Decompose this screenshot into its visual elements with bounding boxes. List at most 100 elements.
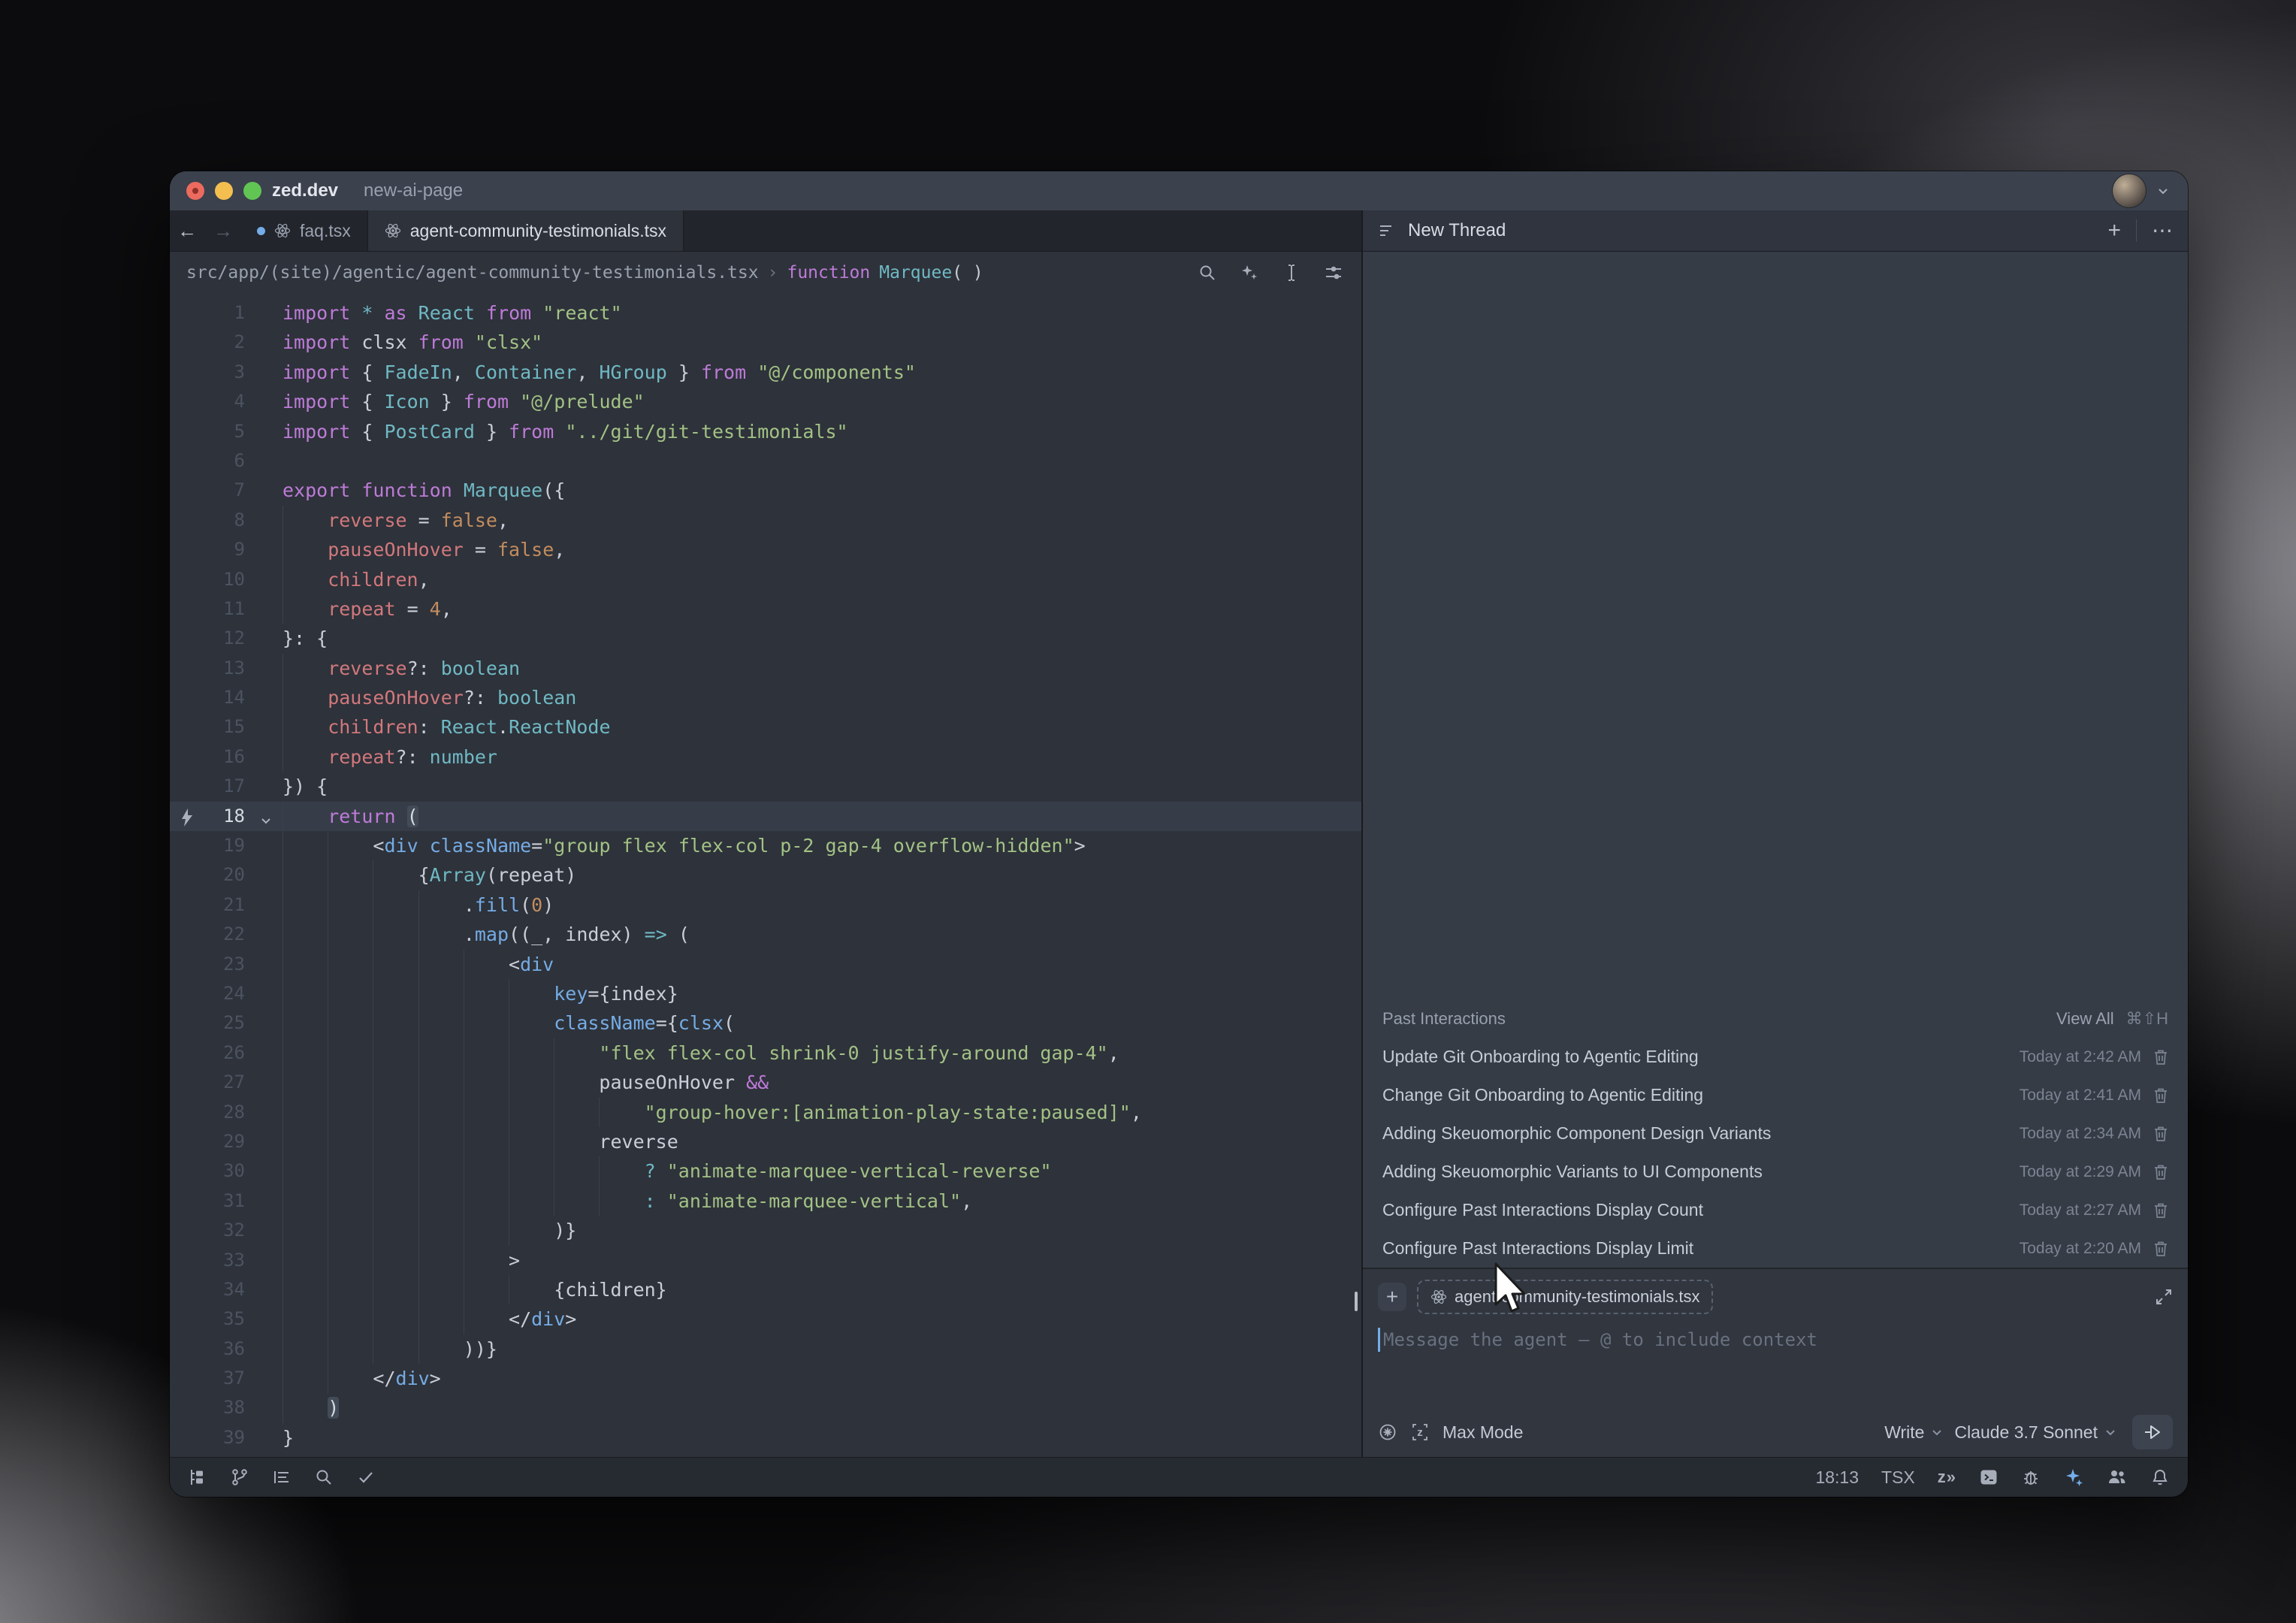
code-line[interactable]: 39} <box>170 1423 1361 1452</box>
assistant-sparkle-icon[interactable] <box>2063 1467 2084 1488</box>
code-line[interactable]: 38) <box>170 1393 1361 1422</box>
zed-max-mode-icon[interactable]: z <box>1409 1422 1430 1443</box>
collab-people-icon[interactable] <box>2107 1467 2128 1488</box>
new-thread-button[interactable]: + <box>2107 219 2121 242</box>
code-line[interactable]: 25className={clsx( <box>170 1008 1361 1038</box>
minimize-window-button[interactable] <box>215 182 233 200</box>
ai-sparkles-icon[interactable] <box>1240 263 1259 283</box>
trash-icon[interactable] <box>2153 1164 2168 1180</box>
code-line[interactable]: 1import * as React from "react" <box>170 298 1361 328</box>
code-line[interactable]: 31: "animate-marquee-vertical", <box>170 1186 1361 1216</box>
nav-forward-button[interactable]: → <box>213 219 233 243</box>
code-line[interactable]: 13reverse?: boolean <box>170 654 1361 683</box>
nav-back-button[interactable]: ← <box>177 219 197 243</box>
trash-icon[interactable] <box>2153 1087 2168 1104</box>
thread-menu-icon[interactable] <box>1378 222 1396 240</box>
outline-icon[interactable] <box>272 1467 292 1487</box>
search-icon[interactable] <box>314 1467 334 1487</box>
max-mode-label[interactable]: Max Mode <box>1443 1422 1523 1443</box>
code-line[interactable]: 27pauseOnHover && <box>170 1068 1361 1097</box>
user-avatar[interactable] <box>2113 174 2146 207</box>
breadcrumb[interactable]: src/app/(site)/agentic/agent-community-t… <box>170 252 1361 294</box>
code-line[interactable]: 34{children} <box>170 1275 1361 1304</box>
code-line[interactable]: 37</div> <box>170 1364 1361 1393</box>
code-line[interactable]: 36))} <box>170 1334 1361 1364</box>
past-interaction-item[interactable]: Update Git Onboarding to Agentic Editing… <box>1363 1038 2188 1076</box>
model-dropdown[interactable]: Claude 3.7 Sonnet <box>1954 1422 2117 1443</box>
add-context-button[interactable]: + <box>1378 1283 1406 1311</box>
code-line[interactable]: 17}) { <box>170 772 1361 801</box>
tab-faq[interactable]: faq.tsx <box>240 210 368 251</box>
code-line[interactable]: 6 <box>170 446 1361 476</box>
past-interaction-item[interactable]: Configure Past Interactions Display Coun… <box>1363 1191 2188 1229</box>
burn-mode-icon[interactable] <box>1378 1422 1397 1442</box>
expand-composer-icon[interactable] <box>2155 1288 2173 1306</box>
close-window-button[interactable] <box>186 182 204 200</box>
code-line[interactable]: 32)} <box>170 1216 1361 1245</box>
code-line[interactable]: 15children: React.ReactNode <box>170 712 1361 742</box>
code-line[interactable]: 9pauseOnHover = false, <box>170 535 1361 564</box>
code-line[interactable]: 5import { PostCard } from "../git/git-te… <box>170 417 1361 446</box>
code-line[interactable]: 29reverse <box>170 1127 1361 1156</box>
past-interaction-item[interactable]: Adding Skeuomorphic Component Design Var… <box>1363 1114 2188 1153</box>
code-editor[interactable]: 1import * as React from "react"2import c… <box>170 294 1361 1457</box>
code-line[interactable]: 33> <box>170 1246 1361 1275</box>
titlebar[interactable]: zed.dev new-ai-page <box>170 171 2188 210</box>
zoom-window-button[interactable] <box>243 182 261 200</box>
code-line[interactable]: 8reverse = false, <box>170 506 1361 535</box>
trash-icon[interactable] <box>2153 1126 2168 1142</box>
code-line[interactable]: 3import { FadeIn, Container, HGroup } fr… <box>170 358 1361 387</box>
code-line[interactable]: 22.map((_, index) => ( <box>170 920 1361 949</box>
context-chip[interactable]: agent-community-testimonials.tsx <box>1417 1280 1713 1314</box>
code-line[interactable]: 16repeat?: number <box>170 742 1361 772</box>
diagnostics-check-icon[interactable] <box>356 1467 376 1487</box>
chevron-down-icon[interactable] <box>2155 183 2171 199</box>
send-button[interactable] <box>2132 1415 2173 1449</box>
project-panel-icon[interactable] <box>188 1467 207 1487</box>
filter-sliders-icon[interactable] <box>1324 263 1343 283</box>
code-line[interactable]: 30? "animate-marquee-vertical-reverse" <box>170 1156 1361 1186</box>
past-interaction-item[interactable]: Adding Skeuomorphic Variants to UI Compo… <box>1363 1153 2188 1191</box>
past-interaction-item[interactable]: Change Git Onboarding to Agentic Editing… <box>1363 1076 2188 1114</box>
code-line[interactable]: 26"flex flex-col shrink-0 justify-around… <box>170 1038 1361 1068</box>
code-line[interactable]: 18return ( <box>170 802 1361 831</box>
message-composer[interactable]: + agent-community-testimonials.tsx Messa… <box>1363 1268 2188 1457</box>
trash-icon[interactable] <box>2153 1202 2168 1219</box>
edit-prediction-icon[interactable]: z» <box>1938 1467 1956 1487</box>
code-line[interactable]: 2import clsx from "clsx" <box>170 328 1361 357</box>
view-all-button[interactable]: View All <box>2056 1009 2114 1029</box>
search-icon[interactable] <box>1198 263 1217 283</box>
debug-bug-icon[interactable] <box>2021 1467 2041 1487</box>
git-branch-icon[interactable] <box>230 1467 249 1487</box>
code-line[interactable]: 14pauseOnHover?: boolean <box>170 683 1361 712</box>
code-line[interactable]: 19<div className="group flex flex-col p-… <box>170 831 1361 860</box>
code-line[interactable]: 24key={index} <box>170 979 1361 1008</box>
past-interaction-item[interactable]: Configure Past Interactions Display Limi… <box>1363 1229 2188 1268</box>
trash-icon[interactable] <box>2153 1241 2168 1257</box>
code-line[interactable]: 28"group-hover:[animation-play-state:pau… <box>170 1098 1361 1127</box>
breadcrumb-path[interactable]: src/app/(site)/agentic/agent-community-t… <box>186 263 759 283</box>
breadcrumb-symbol-name[interactable]: Marquee <box>879 263 952 283</box>
project-name[interactable]: new-ai-page <box>364 180 463 201</box>
code-line[interactable]: 10children, <box>170 565 1361 594</box>
code-line[interactable]: 35</div> <box>170 1304 1361 1334</box>
message-input[interactable]: Message the agent – @ to include context <box>1378 1328 2173 1352</box>
more-options-button[interactable]: ⋯ <box>2152 220 2173 241</box>
mode-dropdown[interactable]: Write <box>1884 1422 1944 1443</box>
tab-agent-community-testimonials[interactable]: agent-community-testimonials.tsx <box>368 210 684 251</box>
text-cursor-icon[interactable] <box>1282 263 1301 283</box>
code-line[interactable]: 23<div <box>170 950 1361 979</box>
code-line[interactable]: 7export function Marquee({ <box>170 476 1361 505</box>
code-line[interactable]: 11repeat = 4, <box>170 594 1361 624</box>
breadcrumb-symbol-keyword[interactable]: function <box>787 263 870 283</box>
language-selector[interactable]: TSX <box>1881 1467 1915 1488</box>
trash-icon[interactable] <box>2153 1049 2168 1065</box>
cursor-position[interactable]: 18:13 <box>1815 1467 1859 1488</box>
code-line[interactable]: 21.fill(0) <box>170 890 1361 920</box>
code-line[interactable]: 4import { Icon } from "@/prelude" <box>170 387 1361 416</box>
terminal-icon[interactable] <box>1979 1467 1998 1487</box>
code-line[interactable]: 12}: { <box>170 624 1361 653</box>
scrollbar-marker[interactable] <box>1355 1292 1358 1311</box>
code-line[interactable]: 20{Array(repeat) <box>170 860 1361 890</box>
notification-bell-icon[interactable] <box>2150 1467 2170 1487</box>
